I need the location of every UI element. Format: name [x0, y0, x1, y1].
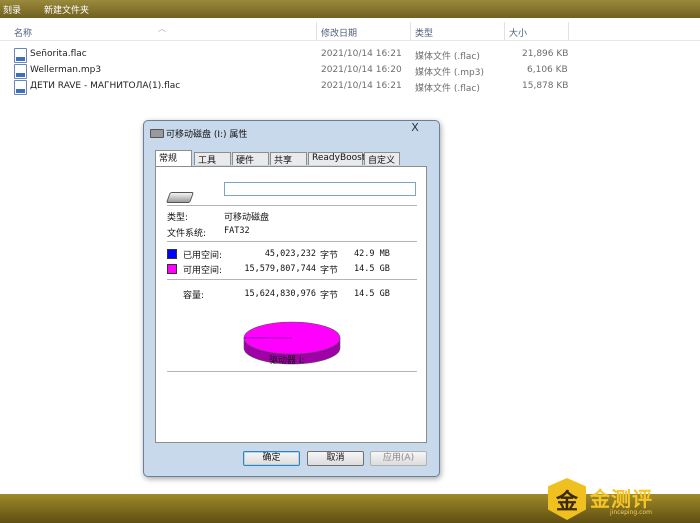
- tab-customize[interactable]: 自定义: [364, 152, 400, 166]
- tab-readyboost[interactable]: ReadyBoost: [308, 152, 365, 165]
- free-space-bytes: 15,579,807,744: [244, 264, 316, 274]
- logo-url: jinceping.com: [610, 509, 652, 516]
- capacity-unit: 字节: [320, 291, 339, 301]
- removable-drive-icon: [150, 129, 164, 138]
- tab-general[interactable]: 常规: [155, 150, 192, 166]
- cancel-button[interactable]: 取消: [307, 451, 364, 466]
- close-icon[interactable]: X: [408, 122, 422, 134]
- filesystem-label: 文件系统:: [167, 229, 207, 239]
- column-name[interactable]: 名称: [14, 26, 32, 39]
- capacity-bytes: 15,624,830,976: [244, 289, 316, 299]
- column-separator[interactable]: [316, 22, 317, 40]
- file-size: 15,878 KB: [522, 81, 569, 91]
- capacity-human: 14.5 GB: [354, 289, 390, 299]
- file-modified: 2021/10/14 16:21: [321, 49, 402, 59]
- free-space-human: 14.5 GB: [354, 264, 390, 274]
- free-space-swatch: [167, 264, 177, 274]
- type-value: 可移动磁盘: [224, 213, 270, 223]
- filesystem-value: FAT32: [224, 226, 250, 236]
- file-row[interactable]: Señorita.flac 2021/10/14 16:21 媒体文件 (.fl…: [0, 47, 700, 63]
- divider: [167, 241, 417, 242]
- logo-brand: 金测评: [590, 487, 653, 511]
- media-file-icon: [14, 80, 27, 95]
- file-name: ДЕТИ RAVE - МАГНИТОЛА(1).flac: [30, 81, 181, 91]
- dialog-title: 可移动磁盘 (I:) 属性: [166, 130, 248, 140]
- file-name: Señorita.flac: [30, 49, 87, 59]
- divider: [167, 279, 417, 280]
- free-space-label: 可用空间:: [183, 266, 223, 276]
- type-label: 类型:: [167, 213, 189, 223]
- media-file-icon: [14, 48, 27, 63]
- file-row[interactable]: ДЕТИ RAVE - МАГНИТОЛА(1).flac 2021/10/14…: [0, 79, 700, 95]
- media-file-icon: [14, 64, 27, 79]
- file-list-header: ︿ 名称 修改日期 类型 大小: [0, 22, 700, 41]
- divider: [167, 371, 417, 372]
- file-size: 6,106 KB: [527, 65, 568, 75]
- sort-arrow-icon: ︿: [158, 24, 166, 33]
- file-modified: 2021/10/14 16:21: [321, 81, 402, 91]
- used-space-bytes: 45,023,232: [264, 249, 316, 259]
- logo-glyph: 金: [555, 490, 578, 515]
- apply-button[interactable]: 应用(A): [370, 451, 427, 466]
- properties-dialog: 可移动磁盘 (I:) 属性 X 常规 工具 硬件 共享 ReadyBoost 自…: [143, 120, 440, 477]
- removable-drive-icon: [165, 192, 195, 203]
- burn-button[interactable]: 刻录: [3, 3, 21, 16]
- tab-hardware[interactable]: 硬件: [232, 152, 269, 166]
- file-type: 媒体文件 (.flac): [415, 84, 480, 94]
- logo-gem-icon: 金: [548, 478, 586, 520]
- file-type: 媒体文件 (.mp3): [415, 68, 484, 78]
- column-separator[interactable]: [568, 22, 569, 40]
- new-folder-button[interactable]: 新建文件夹: [44, 3, 89, 16]
- volume-label-input[interactable]: [224, 182, 416, 196]
- used-space-label: 已用空间:: [183, 251, 223, 261]
- column-size[interactable]: 大小: [509, 26, 527, 39]
- used-space-human: 42.9 MB: [354, 249, 390, 259]
- divider: [167, 205, 417, 206]
- column-modified[interactable]: 修改日期: [321, 26, 357, 39]
- free-space-unit: 字节: [320, 266, 339, 276]
- file-name: Wellerman.mp3: [30, 65, 102, 75]
- column-separator[interactable]: [504, 22, 505, 40]
- general-tab-panel: 类型: 可移动磁盘 文件系统: FAT32 已用空间: 45,023,232 字…: [155, 166, 427, 443]
- explorer-toolbar: 刻录 新建文件夹: [0, 0, 700, 18]
- ok-button[interactable]: 确定: [243, 451, 300, 466]
- column-separator[interactable]: [410, 22, 411, 40]
- column-type[interactable]: 类型: [415, 26, 433, 39]
- used-space-swatch: [167, 249, 177, 259]
- tab-sharing[interactable]: 共享: [270, 152, 307, 166]
- file-size: 21,896 KB: [522, 49, 569, 59]
- file-modified: 2021/10/14 16:20: [321, 65, 402, 75]
- tab-tools[interactable]: 工具: [194, 152, 231, 166]
- watermark-logo: 金 金测评 jinceping.com: [548, 478, 698, 522]
- capacity-label: 容量:: [183, 291, 205, 301]
- drive-letter-label: 驱动器 I:: [269, 356, 305, 366]
- used-space-unit: 字节: [320, 251, 339, 261]
- file-row[interactable]: Wellerman.mp3 2021/10/14 16:20 媒体文件 (.mp…: [0, 63, 700, 79]
- file-type: 媒体文件 (.flac): [415, 52, 480, 62]
